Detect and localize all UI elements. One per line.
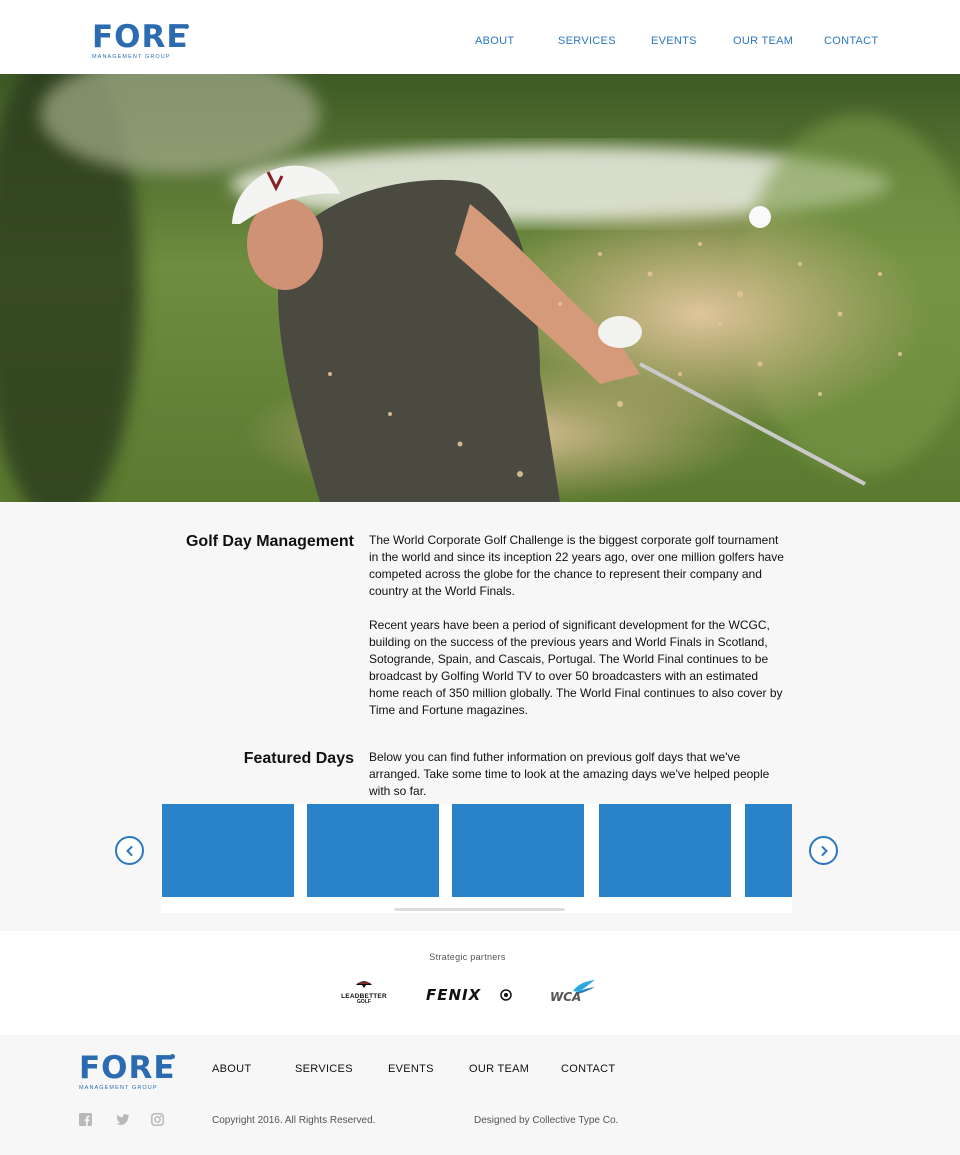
logo-wordmark: FORE xyxy=(92,19,189,55)
featured-days-text: Below you can find futher information on… xyxy=(369,750,770,798)
leadbetter-golf-wordmark: GOLF xyxy=(357,999,371,1005)
hero-golfer-illustration xyxy=(0,74,960,502)
featured-card[interactable] xyxy=(307,804,439,897)
footer-nav-our-team[interactable]: OUR TEAM xyxy=(469,1063,529,1075)
instagram-icon[interactable] xyxy=(151,1113,164,1126)
footer-logo[interactable]: FORE MANAGEMENT GROUP xyxy=(79,1053,176,1092)
fenix-wordmark: FENIX xyxy=(426,986,482,1004)
footer-nav-events[interactable]: EVENTS xyxy=(388,1063,434,1075)
featured-card[interactable] xyxy=(745,804,792,897)
golf-day-heading: Golf Day Management xyxy=(185,533,354,550)
facebook-icon[interactable] xyxy=(79,1113,92,1126)
footer-logo-tagline: MANAGEMENT GROUP xyxy=(79,1085,158,1091)
golf-day-paragraph-1: The World Corporate Golf Challenge is th… xyxy=(369,533,784,598)
site-header: FORE MANAGEMENT GROUP ABOUT SERVICES EVE… xyxy=(0,0,960,74)
nav-services[interactable]: SERVICES xyxy=(558,35,616,47)
featured-card[interactable] xyxy=(162,804,294,897)
partners-section: Strategic partners LEADBETTER GOLF FENIX… xyxy=(0,931,960,1035)
twitter-icon[interactable] xyxy=(116,1113,130,1126)
logo-tagline: MANAGEMENT GROUP xyxy=(92,54,171,60)
nav-contact[interactable]: CONTACT xyxy=(824,35,878,47)
featured-days-heading: Featured Days xyxy=(243,750,354,767)
designer-credit[interactable]: Designed by Collective Type Co. xyxy=(474,1115,618,1126)
chevron-right-icon xyxy=(821,845,828,856)
site-footer: FORE MANAGEMENT GROUP ABOUT SERVICES EVE… xyxy=(0,1035,960,1155)
logo-dot-icon xyxy=(184,24,189,29)
fenix-emblem-icon xyxy=(500,989,512,1001)
footer-nav-about[interactable]: ABOUT xyxy=(212,1063,251,1075)
footer-nav-services[interactable]: SERVICES xyxy=(295,1063,353,1075)
partners-title: Strategic partners xyxy=(429,952,506,962)
featured-card[interactable] xyxy=(599,804,731,897)
partner-logo-wca[interactable]: WCA xyxy=(549,979,597,1005)
golf-day-paragraph-2: Recent years have been a period of signi… xyxy=(369,618,783,717)
nav-our-team[interactable]: OUR TEAM xyxy=(733,35,793,47)
partner-logo-leadbetter[interactable]: LEADBETTER GOLF xyxy=(336,979,392,1005)
chevron-left-icon xyxy=(125,845,132,856)
nav-about[interactable]: ABOUT xyxy=(475,35,514,47)
carousel-next-button[interactable] xyxy=(809,836,838,865)
partner-logo-fenix[interactable]: FENIX xyxy=(426,986,514,1004)
hero-image xyxy=(0,74,960,502)
carousel-prev-button[interactable] xyxy=(115,836,144,865)
footer-nav-contact[interactable]: CONTACT xyxy=(561,1063,615,1075)
footer-logo-dot-icon xyxy=(170,1054,175,1059)
wca-wordmark: WCA xyxy=(550,990,582,1004)
featured-carousel[interactable] xyxy=(161,804,792,913)
copyright-text: Copyright 2016. All Rights Reserved. xyxy=(212,1115,376,1126)
featured-card[interactable] xyxy=(452,804,584,897)
logo[interactable]: FORE MANAGEMENT GROUP xyxy=(92,22,189,61)
carousel-scrollbar[interactable] xyxy=(394,908,565,911)
nav-events[interactable]: EVENTS xyxy=(651,35,697,47)
footer-logo-wordmark: FORE xyxy=(79,1050,176,1086)
